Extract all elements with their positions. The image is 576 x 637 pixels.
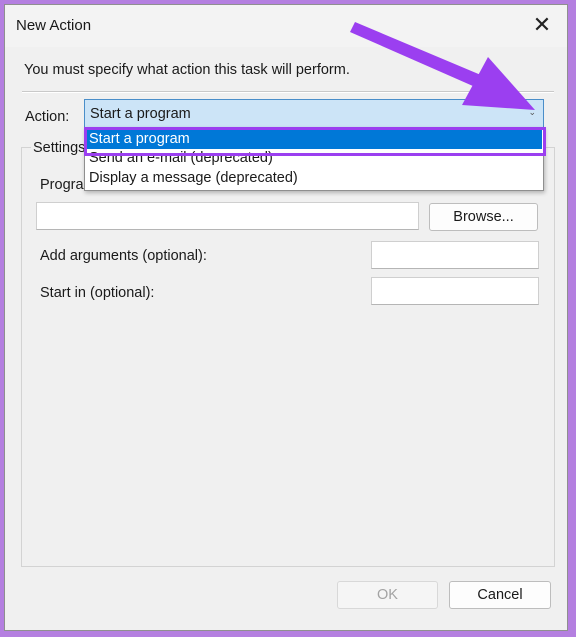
dialog-title: New Action xyxy=(16,17,92,34)
cancel-button[interactable]: Cancel xyxy=(449,581,551,609)
action-select-value: Start a program xyxy=(90,106,191,122)
action-label: Action: xyxy=(25,109,70,125)
option-label: Start a program xyxy=(89,131,190,147)
dropdown-option-display-message[interactable]: Display a message (deprecated) xyxy=(86,169,542,188)
add-arguments-label: Add arguments (optional): xyxy=(40,248,207,264)
settings-legend: Settings xyxy=(31,140,88,156)
browse-button[interactable]: Browse... xyxy=(429,203,538,231)
action-select[interactable]: Start a program ⌄ xyxy=(84,99,544,128)
option-label: Display a message (deprecated) xyxy=(89,170,298,186)
ok-button[interactable]: OK xyxy=(337,581,438,609)
action-dropdown-list: Start a program Send an e-mail (deprecat… xyxy=(84,127,544,191)
separator xyxy=(22,91,554,93)
chevron-down-icon[interactable]: ⌄ xyxy=(528,107,536,118)
dropdown-option-send-email[interactable]: Send an e-mail (deprecated) xyxy=(86,149,542,168)
add-arguments-input[interactable] xyxy=(371,241,539,269)
new-action-dialog: New Action ✕ You must specify what actio… xyxy=(4,4,568,631)
instruction-text: You must specify what action this task w… xyxy=(24,62,350,78)
option-label: Send an e-mail (deprecated) xyxy=(89,150,273,166)
program-script-label: Progra xyxy=(40,177,84,193)
close-icon[interactable]: ✕ xyxy=(531,14,553,36)
dropdown-option-start-program[interactable]: Start a program xyxy=(86,130,542,149)
start-in-label: Start in (optional): xyxy=(40,285,155,301)
title-bar: New Action ✕ xyxy=(5,5,567,47)
program-script-input[interactable] xyxy=(36,202,419,230)
start-in-input[interactable] xyxy=(371,277,539,305)
